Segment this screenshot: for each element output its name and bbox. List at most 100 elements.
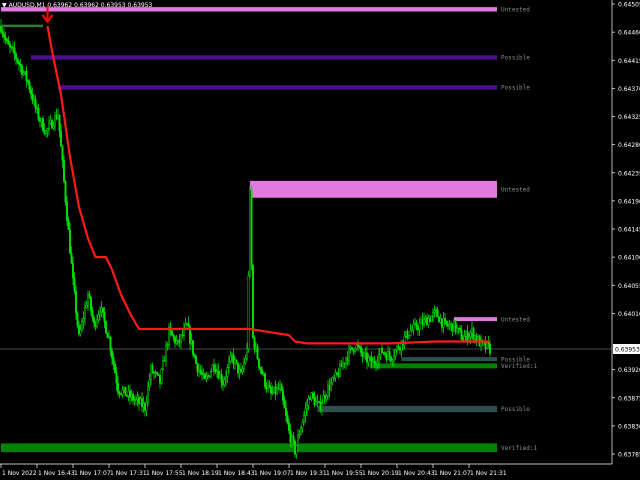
candle-body [240,368,242,373]
candle-body [120,393,122,395]
candle-body [78,325,80,335]
zone-rect[interactable] [401,357,498,362]
candle-body [136,397,139,400]
candle-body [438,316,440,323]
zone-rect[interactable] [370,363,497,369]
candle-body [19,63,22,67]
y-tick-label: 0.63830 [618,423,640,430]
candle-body [276,387,278,394]
candle-body [118,392,121,394]
candle-body [27,80,29,83]
candle-body [82,318,85,322]
candle-body [292,435,295,442]
candle-body [249,189,251,276]
candle-body [31,94,34,102]
candle-body [39,119,41,122]
candle-body [63,160,65,182]
candle-body [306,405,308,410]
candle-body [165,345,167,362]
candle-body [46,128,49,131]
candle-body [426,317,428,326]
zone-rect[interactable] [454,317,497,322]
zone-rect[interactable] [1,443,497,453]
candle-body [447,324,449,327]
candle-body [339,363,341,377]
candle-body [288,422,290,431]
candle-body [198,369,200,372]
candle-body [60,130,62,147]
candle-body [330,382,332,391]
candle-body [421,319,424,325]
candle-body [208,375,211,378]
candle-body [361,352,364,357]
candle-body [436,309,439,318]
candle-body [285,407,287,416]
candle-body [81,321,83,330]
candle-body [57,114,59,119]
candle-body [342,362,344,367]
candle-body [372,360,374,364]
candle-body [291,435,293,443]
candle-body [106,332,109,338]
candle-body [246,348,248,359]
candle-body [96,319,98,327]
candle-body [348,348,350,361]
candle-body [433,310,436,313]
candle-body [315,401,317,406]
candle-body [316,401,319,403]
candle-body [298,434,301,436]
candle-body [162,360,164,370]
candle-body [22,72,25,75]
candle-body [204,373,206,379]
candle-body [226,367,229,377]
candle-body [247,275,250,349]
candle-body [48,122,50,129]
zone-rect[interactable] [31,55,497,60]
candle-body [271,392,274,394]
zone-rect[interactable] [317,405,498,413]
candle-body [345,357,347,364]
candle-body [166,344,169,346]
y-tick-label: 0.64460 [618,30,640,37]
candle-body [309,397,311,400]
candle-body [76,312,79,326]
candle-body [460,329,463,340]
candle-body [385,354,388,360]
candle-body [267,385,269,389]
candle-body [234,359,236,365]
price-chart[interactable]: Untested Possible Possible Untested Untested… [0,0,640,480]
candle-body [210,371,212,378]
y-tick-label: 0.64055 [618,283,640,290]
candle-body [313,396,316,406]
zone-label: Possible [501,85,530,92]
candle-body [322,395,325,404]
candle-body [216,370,218,372]
candle-body [301,421,304,429]
candle-body [255,346,257,350]
candle-body [196,363,199,372]
candle-body [25,71,28,82]
candle-body [456,327,458,332]
candle-body [135,398,137,401]
candle-body [154,372,157,374]
candle-body [252,265,254,338]
zone-rect[interactable] [1,7,497,12]
candle-body [451,323,454,332]
candle-body [103,312,106,322]
candle-body [138,397,140,404]
candle-body [30,89,32,95]
candle-body [303,415,305,423]
zone-rect[interactable] [58,85,497,90]
candle-body [192,340,194,355]
zone-rect[interactable] [250,180,497,198]
candle-body [324,395,326,400]
candle-body [18,61,20,65]
zone-label: Verified:1 [501,445,538,452]
candle-body [156,372,158,374]
candle-body [235,359,238,364]
x-tick-label: 1 Nov 20:43 [398,470,435,477]
candle-body [223,379,226,386]
candle-body [268,385,271,388]
candle-body [471,328,473,334]
candle-body [43,130,46,134]
